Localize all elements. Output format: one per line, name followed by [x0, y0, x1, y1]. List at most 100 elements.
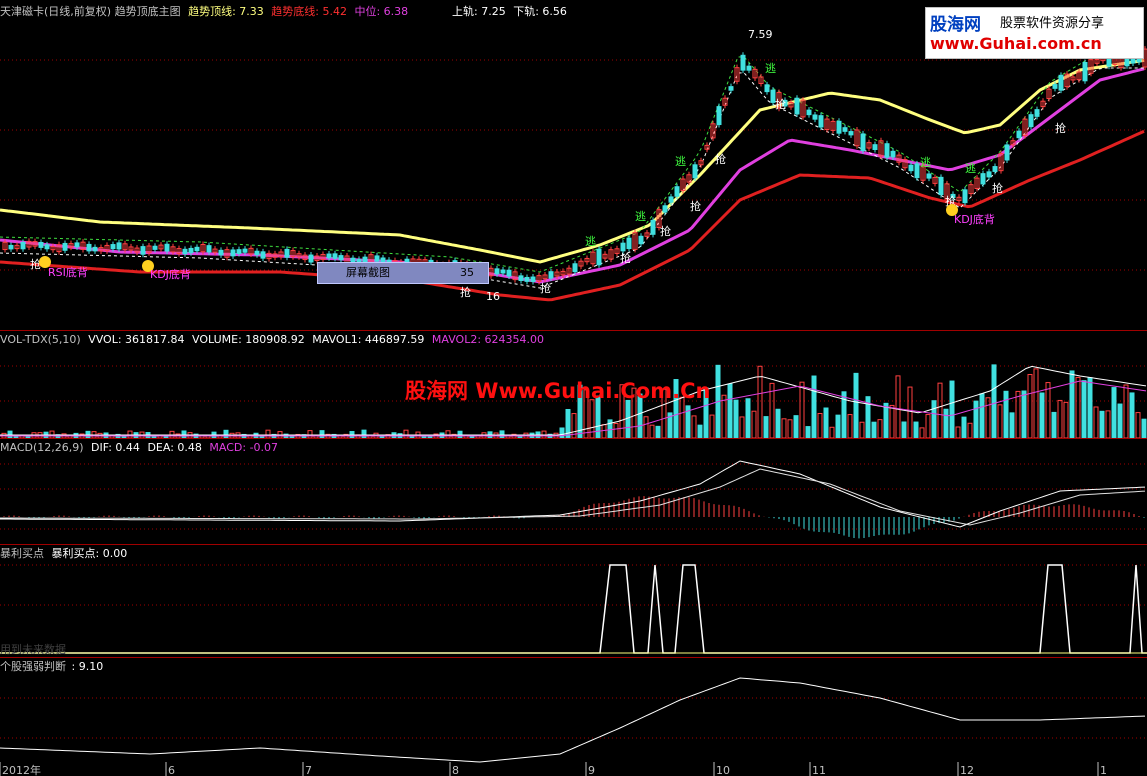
candle-body [374, 255, 380, 262]
buy-signal: 抢 [715, 152, 726, 166]
macd-pane[interactable]: MACD(12,26,9) DIF: 0.44 DEA: 0.48 MACD: … [0, 439, 1147, 544]
guhai-logo: 股海网 股票软件资源分享 www.Guhai.com.cn [925, 7, 1144, 59]
volume-bar [1123, 384, 1129, 438]
profit-indicator-name: 暴利买点 [0, 547, 44, 560]
low-price-label: 16 [486, 290, 500, 303]
stock-chart-window: 抢抢抢抢抢抢抢抢抢抢抢逃逃逃逃逃逃 天津磁卡(日线,前复权) 趋势顶底主图 趋势… [0, 0, 1147, 776]
volume-bar [931, 400, 937, 438]
volume-bar [1069, 370, 1075, 438]
volume-bar [1099, 410, 1105, 438]
candle-body [1028, 114, 1034, 128]
candle-body [140, 246, 146, 255]
candle-body [716, 106, 722, 126]
candle-body [164, 243, 170, 252]
volume-bar [889, 404, 895, 438]
buy-signal: 抢 [540, 281, 551, 295]
volume-bar [1105, 410, 1111, 438]
candle-body [548, 271, 554, 279]
date-axis-label: 8 [452, 764, 459, 776]
macd-value: MACD: -0.07 [209, 441, 279, 454]
volume-bar [1021, 390, 1027, 438]
candle-body [206, 245, 212, 253]
candle-body [728, 86, 734, 91]
date-axis-label: 12 [960, 764, 974, 776]
candle-body [836, 120, 842, 134]
profit-buy-pane[interactable]: 暴利买点 暴利买点: 0.00 用到未来数据 [0, 545, 1147, 657]
date-axis-label: 6 [168, 764, 175, 776]
candle-body [92, 246, 98, 252]
mavol1-value: MAVOL1: 446897.59 [312, 333, 425, 346]
candle-body [1058, 74, 1064, 91]
profit-signal-chart[interactable] [0, 545, 1147, 657]
volume-bar [697, 424, 703, 438]
screenshot-tooltip[interactable]: 屏幕截图 35 [317, 262, 489, 284]
volume-bar [721, 394, 727, 438]
candle-body [746, 65, 752, 71]
strength-chart[interactable] [0, 658, 1147, 776]
buy-signal: 抢 [620, 251, 631, 265]
dea-line [0, 468, 1146, 526]
volume-bar [733, 399, 739, 438]
volume-bar [913, 421, 919, 438]
logo-slogan: 股票软件资源分享 [1000, 16, 1105, 31]
candle-body [638, 235, 644, 245]
volume-bar [817, 412, 823, 438]
volume-bar [937, 382, 943, 438]
candle-body [254, 250, 260, 256]
profit-signal-line [0, 564, 1147, 654]
candle-body [86, 243, 92, 252]
candle-body [818, 115, 824, 128]
candle-body [986, 171, 992, 178]
volume-pane[interactable]: VOL-TDX(5,10) VVOL: 361817.84 VOLUME: 18… [0, 331, 1147, 438]
volume-bar [811, 375, 817, 438]
candle-body [620, 242, 626, 252]
volume-bar [793, 415, 799, 438]
volume-bar [979, 393, 985, 438]
volume-value: VOLUME: 180908.92 [192, 333, 305, 346]
candle-body [572, 263, 578, 273]
candle-body [650, 219, 656, 235]
volume-bar [1027, 374, 1033, 438]
candle-body [812, 114, 818, 120]
trend-top-value: 趋势顶线: 7.33 [188, 5, 264, 18]
candle-body [116, 242, 122, 250]
center-watermark: 股海网 Www.Guhai.Com.Cn [405, 379, 711, 403]
date-axis-label: 9 [588, 764, 595, 776]
main-price-pane[interactable]: 抢抢抢抢抢抢抢抢抢抢抢逃逃逃逃逃逃 天津磁卡(日线,前复权) 趋势顶底主图 趋势… [0, 0, 1147, 330]
candle-body [962, 189, 968, 204]
volume-bar [1093, 406, 1099, 438]
candle-body [74, 242, 80, 248]
candle-body [674, 186, 680, 197]
volume-bar [919, 427, 925, 438]
candle-body [20, 241, 26, 250]
volume-bar [1033, 368, 1039, 438]
vvol-value: VVOL: 361817.84 [88, 333, 185, 346]
volume-bar [847, 414, 853, 438]
strength-pane[interactable]: 个股强弱判断 : 9.10 2012年 6 7 8 9 10 11 12 1 [0, 658, 1147, 776]
candle-body [524, 276, 530, 282]
volume-bar [1003, 390, 1009, 438]
rsi-divergence-label: RSI底背 [48, 266, 88, 279]
candle-body [236, 249, 242, 254]
volume-bar [1129, 392, 1135, 438]
macd-chart[interactable] [0, 439, 1147, 544]
strength-value: : 9.10 [71, 660, 104, 673]
volume-bar [775, 408, 781, 438]
volume-bar [601, 424, 607, 438]
volume-bar [727, 383, 733, 438]
volume-bar [223, 429, 229, 438]
volume-bar [499, 430, 505, 438]
candle-body [980, 173, 986, 185]
candle-body [494, 268, 500, 275]
volume-bar [823, 407, 829, 438]
candle-body [188, 247, 194, 254]
sell-signal: 逃 [965, 162, 976, 175]
candle-body [182, 248, 188, 255]
volume-bar [1111, 387, 1117, 438]
volume-bar [835, 414, 841, 438]
logo-url: www.Guhai.com.cn [930, 34, 1102, 53]
candle-body [596, 248, 602, 266]
date-axis-label: 2012年 [2, 764, 41, 776]
candle-body [338, 255, 344, 261]
volume-bar [961, 416, 967, 438]
